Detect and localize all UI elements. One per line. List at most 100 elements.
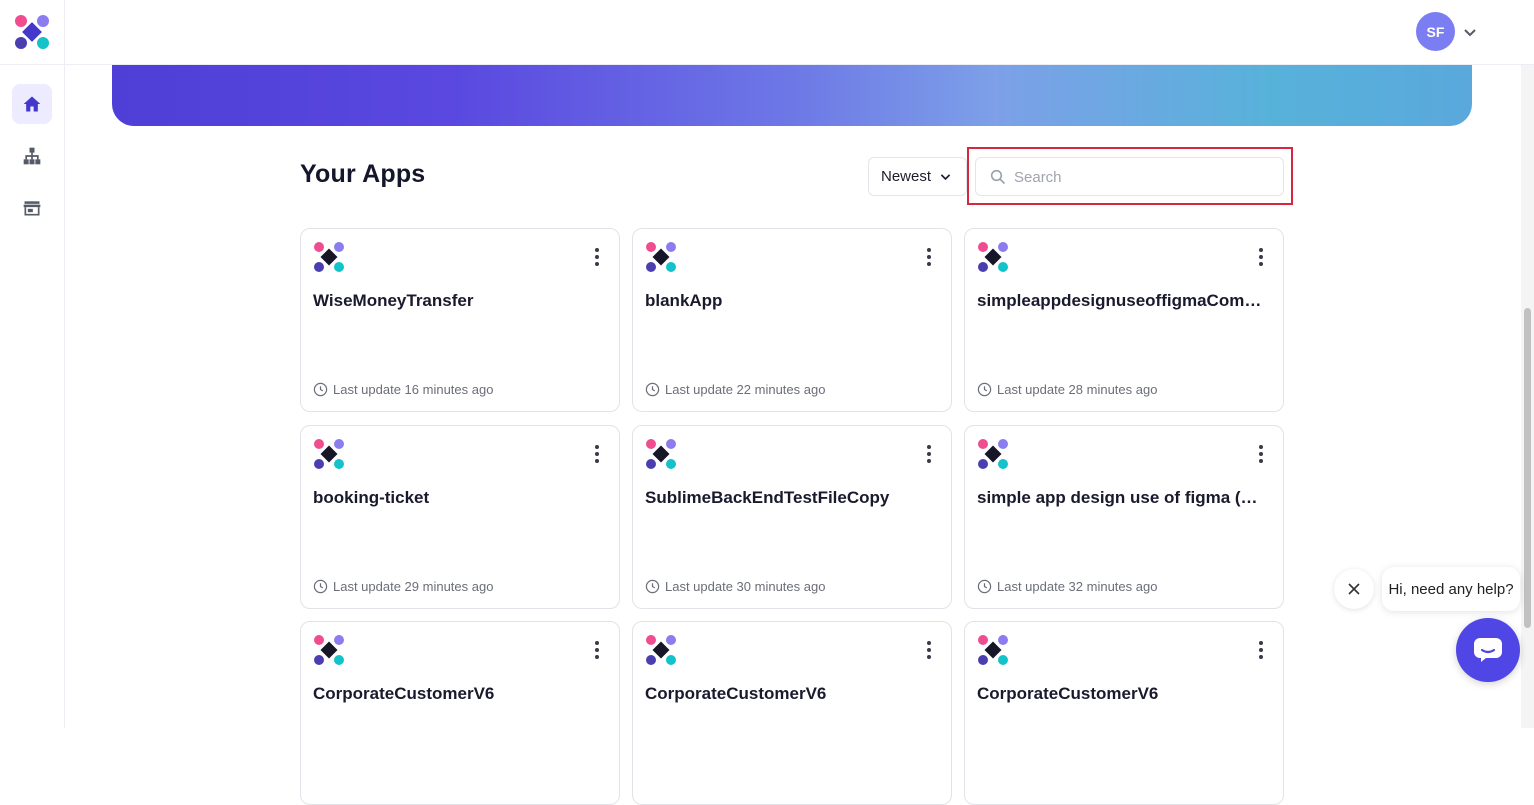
card-menu-button[interactable]	[587, 247, 607, 267]
card-menu-button[interactable]	[919, 247, 939, 267]
close-icon	[1348, 583, 1360, 595]
chat-launcher-button[interactable]	[1456, 618, 1520, 682]
clock-icon	[977, 579, 992, 594]
app-card[interactable]: simple app design use of figma (… Last up…	[964, 425, 1284, 609]
chat-close-button[interactable]	[1334, 569, 1374, 609]
sort-dropdown[interactable]: Newest	[868, 157, 967, 196]
more-vertical-icon-dot	[1259, 452, 1263, 456]
clock-icon	[645, 579, 660, 594]
card-menu-button[interactable]	[919, 640, 939, 660]
more-vertical-icon	[595, 445, 599, 449]
more-vertical-icon-dot	[595, 459, 599, 463]
more-vertical-icon-dot	[927, 452, 931, 456]
card-menu-button[interactable]	[919, 444, 939, 464]
more-vertical-icon-dot	[595, 262, 599, 266]
app-name: booking-ticket	[313, 488, 430, 507]
last-update: Last update 30 minutes ago	[645, 579, 825, 594]
search-input[interactable]	[1014, 166, 1274, 188]
more-vertical-icon-dot	[927, 655, 931, 659]
sidebar-item-home[interactable]	[12, 84, 52, 124]
sidebar	[0, 0, 65, 728]
hero-banner	[112, 65, 1472, 126]
last-update-text: Last update 29 minutes ago	[333, 579, 494, 594]
more-vertical-icon-dot	[1259, 648, 1263, 652]
app-logo-icon	[978, 242, 1008, 272]
last-update-text: Last update 28 minutes ago	[997, 382, 1158, 397]
last-update: Last update 22 minutes ago	[645, 382, 825, 397]
app-name: CorporateCustomerV6	[977, 684, 1159, 703]
card-menu-button[interactable]	[1251, 640, 1271, 660]
clock-icon	[313, 382, 328, 397]
more-vertical-icon-dot	[1259, 459, 1263, 463]
app-name: simpleappdesignuseoffigmaCom…	[977, 291, 1262, 310]
more-vertical-icon-dot	[595, 648, 599, 652]
card-menu-button[interactable]	[1251, 444, 1271, 464]
app-name: CorporateCustomerV6	[645, 684, 827, 703]
clock-icon	[645, 382, 660, 397]
more-vertical-icon	[595, 641, 599, 645]
last-update-text: Last update 16 minutes ago	[333, 382, 494, 397]
scrollbar[interactable]	[1521, 65, 1534, 728]
more-vertical-icon-dot	[927, 648, 931, 652]
more-vertical-icon-dot	[1259, 255, 1263, 259]
app-card[interactable]: blankApp Last update 22 minutes ago	[632, 228, 952, 412]
clock-icon	[313, 579, 328, 594]
sidebar-divider	[0, 64, 65, 65]
card-menu-button[interactable]	[587, 640, 607, 660]
app-card[interactable]: CorporateCustomerV6	[632, 621, 952, 805]
clock-icon	[977, 382, 992, 397]
home-icon	[23, 96, 41, 112]
search-field[interactable]	[975, 157, 1284, 196]
app-card[interactable]: simpleappdesignuseoffigmaCom… Last update…	[964, 228, 1284, 412]
more-vertical-icon-dot	[1259, 655, 1263, 659]
app-logo-icon	[314, 242, 344, 272]
more-vertical-icon-dot	[595, 452, 599, 456]
chat-icon	[1474, 638, 1502, 662]
more-vertical-icon-dot	[1259, 262, 1263, 266]
more-vertical-icon-dot	[927, 459, 931, 463]
app-name: blankApp	[645, 291, 723, 310]
more-vertical-icon	[1259, 445, 1263, 449]
last-update-text: Last update 30 minutes ago	[665, 579, 826, 594]
more-vertical-icon	[927, 248, 931, 252]
app-card[interactable]: WiseMoneyTransfer Last update 16 minutes …	[300, 228, 620, 412]
more-vertical-icon-dot	[927, 255, 931, 259]
app-logo[interactable]	[14, 14, 50, 50]
app-logo-icon	[978, 439, 1008, 469]
app-card[interactable]: SublimeBackEndTestFileCopy Last update 30…	[632, 425, 952, 609]
chat-greeting[interactable]: Hi, need any help?	[1382, 567, 1520, 611]
app-card[interactable]: CorporateCustomerV6	[964, 621, 1284, 805]
app-name: SublimeBackEndTestFileCopy	[645, 488, 890, 507]
more-vertical-icon-dot	[595, 255, 599, 259]
sort-selected-label: Newest	[881, 168, 932, 185]
sitemap-icon	[23, 147, 41, 165]
sidebar-item-store[interactable]	[12, 188, 52, 228]
app-name: CorporateCustomerV6	[313, 684, 495, 703]
more-vertical-icon	[927, 641, 931, 645]
card-menu-button[interactable]	[1251, 247, 1271, 267]
card-menu-button[interactable]	[587, 444, 607, 464]
last-update: Last update 28 minutes ago	[977, 382, 1157, 397]
app-logo-icon	[314, 439, 344, 469]
scrollbar-thumb[interactable]	[1524, 308, 1531, 628]
top-header	[65, 0, 1534, 65]
search-icon	[990, 169, 1006, 185]
last-update-text: Last update 22 minutes ago	[665, 382, 826, 397]
last-update: Last update 32 minutes ago	[977, 579, 1157, 594]
chevron-down-icon	[940, 174, 951, 181]
app-name: simple app design use of figma (…	[977, 488, 1258, 507]
app-logo-icon	[646, 242, 676, 272]
chevron-down-icon[interactable]	[1462, 24, 1478, 40]
app-card[interactable]: CorporateCustomerV6	[300, 621, 620, 805]
last-update-text: Last update 32 minutes ago	[997, 579, 1158, 594]
more-vertical-icon	[927, 445, 931, 449]
last-update: Last update 29 minutes ago	[313, 579, 493, 594]
app-logo-icon	[314, 635, 344, 665]
sidebar-item-hierarchy[interactable]	[12, 136, 52, 176]
user-avatar[interactable]: SF	[1416, 12, 1455, 51]
more-vertical-icon	[1259, 248, 1263, 252]
app-card[interactable]: booking-ticket Last update 29 minutes ago	[300, 425, 620, 609]
more-vertical-icon	[595, 248, 599, 252]
app-logo-icon	[646, 439, 676, 469]
more-vertical-icon-dot	[927, 262, 931, 266]
